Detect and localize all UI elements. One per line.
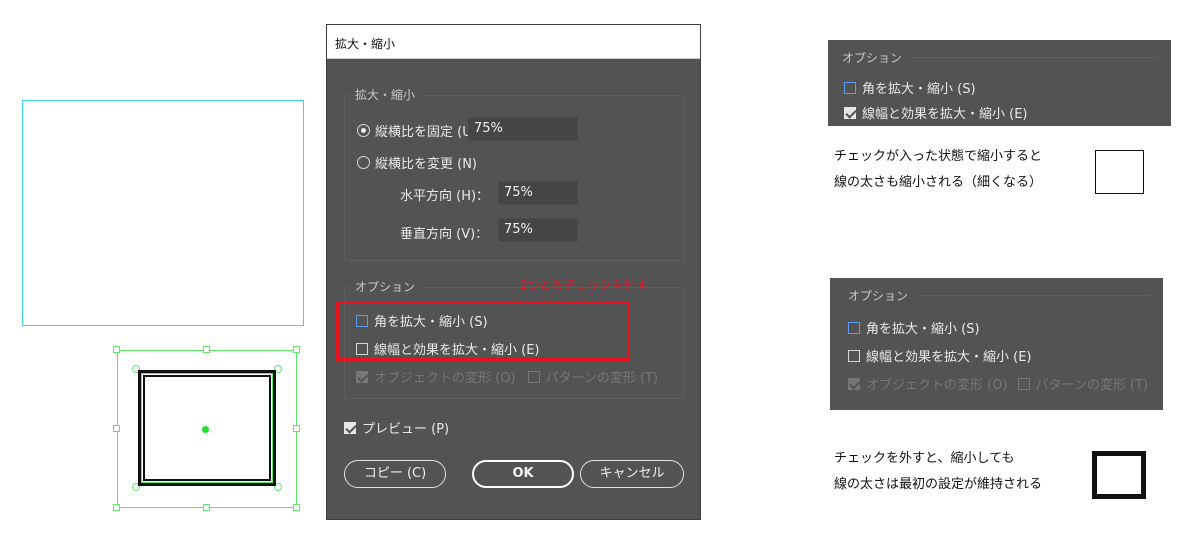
crop-unchecked-transform-option: オブジェクトの変形 (O) パターンの変形 (T)	[848, 374, 1148, 393]
vertical-label: 垂直方向 (V)：	[400, 227, 489, 242]
uniform-radio[interactable]	[357, 124, 370, 137]
transform-objects-checkbox	[356, 370, 368, 383]
horizontal-scale-input[interactable]: 75%	[498, 181, 578, 205]
scale-group-title: 拡大・縮小	[349, 86, 422, 103]
preview-option[interactable]: プレビュー (P)	[344, 418, 449, 437]
transform-objects-label: オブジェクトの変形 (O)	[374, 371, 516, 386]
crop-checked-strokes-option: 線幅と効果を拡大・縮小 (E)	[844, 103, 1028, 122]
preview-checkbox[interactable]	[344, 421, 356, 434]
crop-unchecked-group-border	[918, 295, 1150, 296]
nonuniform-option[interactable]: 縦横比を変更 (N)	[357, 153, 477, 172]
options-crop-unchecked: オプション 角を拡大・縮小 (S) 線幅と効果を拡大・縮小 (E) オブジェクト…	[830, 278, 1163, 410]
cancel-button[interactable]: キャンセル	[580, 460, 684, 488]
crop-checked-strokes-label: 線幅と効果を拡大・縮小 (E)	[862, 107, 1028, 122]
crop-unchecked-patterns-checkbox	[1017, 377, 1030, 390]
note-checked-line2: 線の太さも縮小される（細くなる）	[834, 175, 1043, 190]
note-unchecked-line2: 線の太さは最初の設定が維持される	[834, 477, 1043, 492]
nonuniform-label: 縦横比を変更 (N)	[375, 157, 478, 172]
crop-checked-corners-option: 角を拡大・縮小 (S)	[844, 78, 976, 97]
crop-checked-corners-label: 角を拡大・縮小 (S)	[862, 82, 976, 97]
note-unchecked-line1: チェックを外すと、縮小しても	[834, 451, 1015, 466]
copy-button[interactable]: コピー (C)	[344, 460, 446, 488]
crop-checked-strokes-checkbox	[844, 106, 856, 119]
options-crop-checked: オプション 角を拡大・縮小 (S) 線幅と効果を拡大・縮小 (E)	[828, 40, 1171, 126]
crop-unchecked-corners-checkbox	[848, 321, 860, 334]
crop-unchecked-title: オプション	[848, 289, 909, 303]
original-rectangle[interactable]	[22, 100, 304, 326]
crop-unchecked-corners-label: 角を拡大・縮小 (S)	[866, 322, 980, 337]
options-group-title: オプション	[349, 278, 422, 295]
transform-patterns-checkbox	[527, 370, 540, 383]
note-checked: チェックが入った状態で縮小すると 線の太さも縮小される（細くなる）	[834, 144, 1042, 196]
crop-unchecked-patterns-label: パターンの変形 (T)	[1035, 378, 1149, 393]
note-unchecked: チェックを外すと、縮小しても 線の太さは最初の設定が維持される	[834, 446, 1042, 498]
thick-stroke-sample	[1092, 451, 1146, 499]
vertical-scale-input[interactable]: 75%	[498, 218, 578, 242]
resize-handle-bottom-left[interactable]	[113, 504, 120, 511]
transform-patterns-label: パターンの変形 (T)	[545, 371, 659, 386]
resize-handle-bottom-right[interactable]	[293, 504, 300, 511]
ok-button[interactable]: OK	[472, 460, 574, 488]
preview-label: プレビュー (P)	[362, 422, 450, 437]
crop-unchecked-strokes-checkbox	[848, 349, 860, 362]
transform-objects-option: オブジェクトの変形 (O) パターンの変形 (T)	[356, 367, 658, 386]
resize-handle-top-right[interactable]	[293, 346, 300, 353]
nonuniform-radio[interactable]	[357, 156, 370, 169]
crop-unchecked-corners-option: 角を拡大・縮小 (S)	[848, 318, 980, 337]
crop-checked-corners-checkbox	[844, 81, 856, 94]
crop-unchecked-strokes-option: 線幅と効果を拡大・縮小 (E)	[848, 346, 1032, 365]
crop-checked-title: オプション	[842, 51, 903, 65]
resize-handle-left[interactable]	[113, 425, 120, 432]
resize-handle-top[interactable]	[203, 346, 210, 353]
dialog-title: 拡大・縮小	[327, 25, 700, 59]
resize-handle-top-left[interactable]	[113, 346, 120, 353]
highlight-box	[336, 301, 630, 361]
thin-stroke-sample	[1095, 150, 1144, 194]
scale-dialog: 拡大・縮小 拡大・縮小 縦横比を固定 (U)： 75% 縦横比を変更 (N) 水…	[326, 24, 701, 520]
crop-group-border	[908, 57, 1158, 58]
horizontal-label: 水平方向 (H)：	[400, 189, 490, 204]
resize-handle-bottom[interactable]	[203, 504, 210, 511]
uncheck-note: 2つともチェックを外す	[520, 278, 648, 292]
note-checked-line1: チェックが入った状態で縮小すると	[834, 149, 1043, 164]
center-point	[202, 426, 209, 433]
crop-unchecked-objects-checkbox	[848, 377, 860, 390]
uniform-scale-input[interactable]: 75%	[468, 117, 578, 141]
crop-unchecked-strokes-label: 線幅と効果を拡大・縮小 (E)	[866, 350, 1032, 365]
resize-handle-right[interactable]	[293, 425, 300, 432]
crop-unchecked-objects-label: オブジェクトの変形 (O)	[866, 378, 1008, 393]
